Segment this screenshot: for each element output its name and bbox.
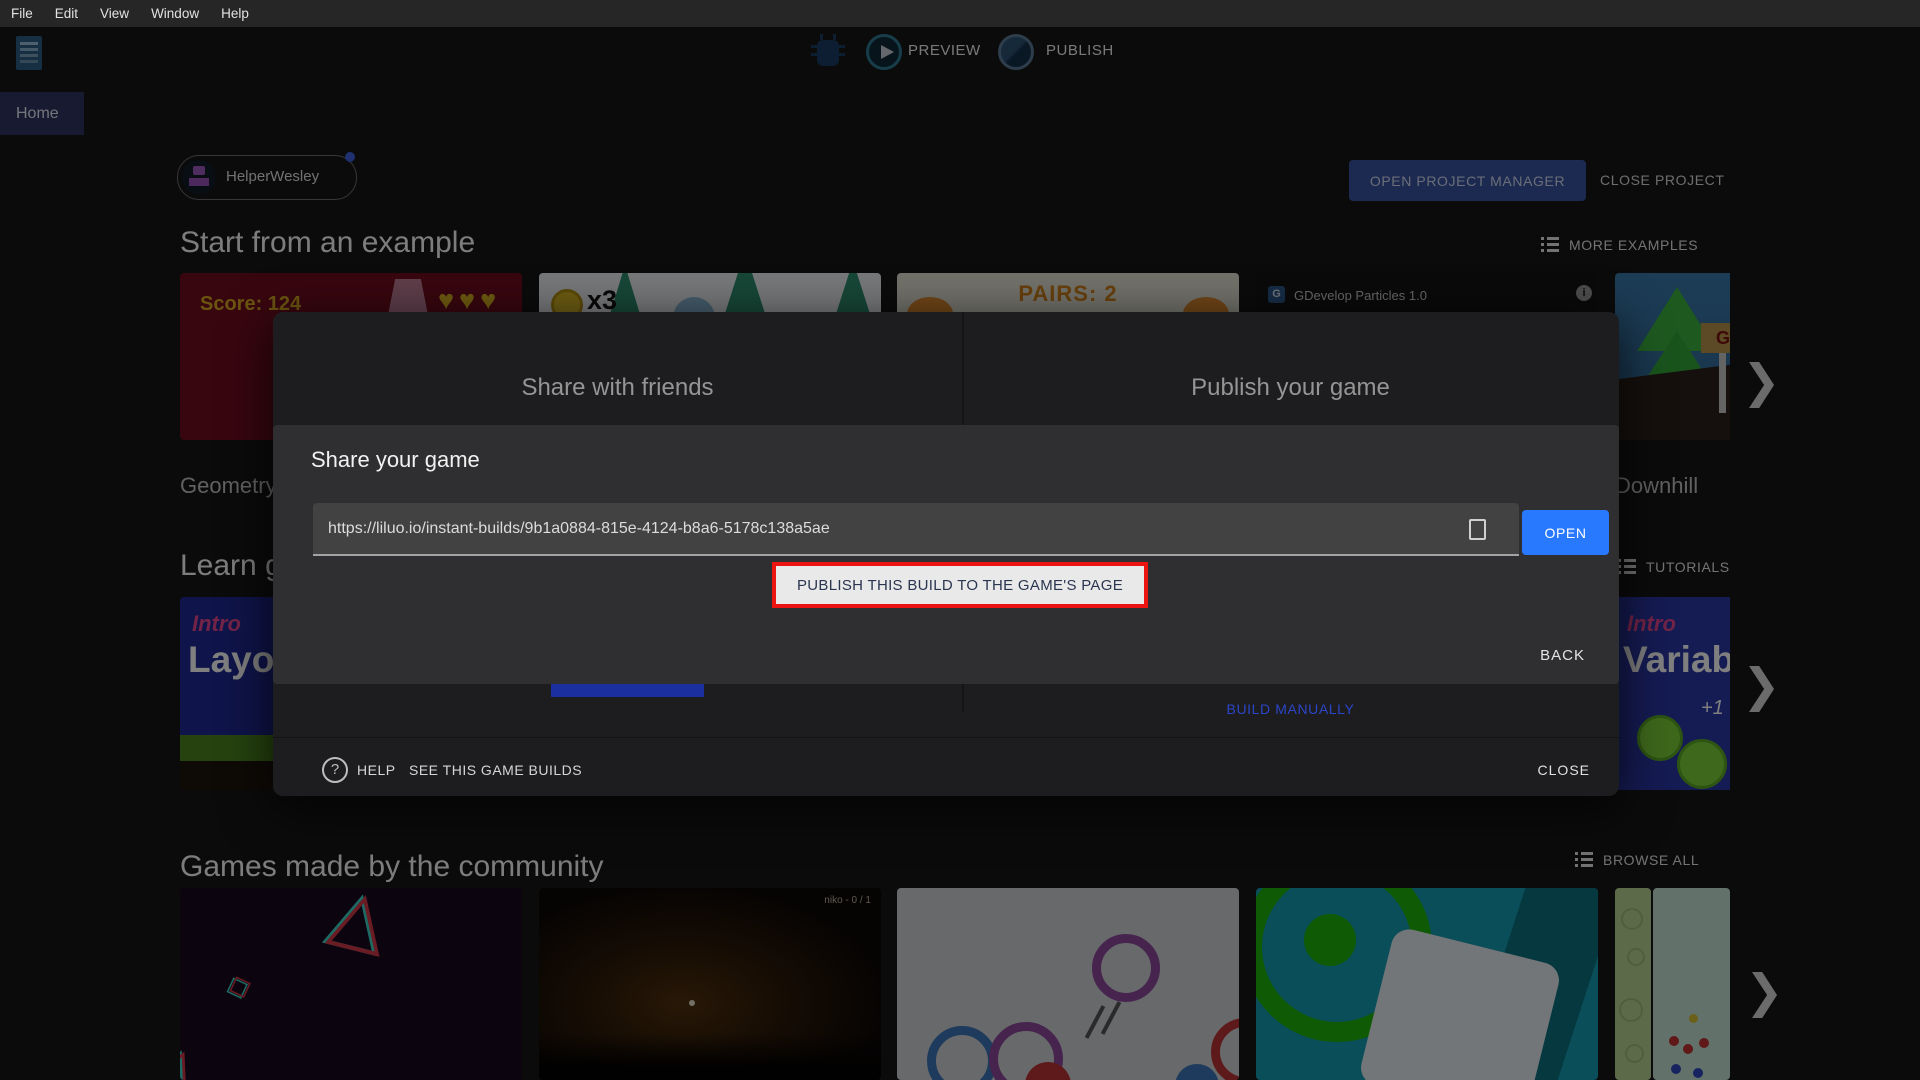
help-button[interactable]: HELP [357, 762, 396, 778]
tab-share-with-friends[interactable]: Share with friends [273, 374, 962, 402]
share-dialog: Share with friends Publish your game Sha… [273, 312, 1619, 796]
menu-window[interactable]: Window [140, 6, 210, 21]
menu-bar: File Edit View Window Help [0, 0, 1920, 27]
build-url-field[interactable]: https://liluo.io/instant-builds/9b1a0884… [313, 503, 1519, 556]
share-panel: Share your game https://liluo.io/instant… [273, 425, 1619, 684]
open-url-button[interactable]: OPEN [1522, 510, 1609, 555]
menu-view[interactable]: View [89, 6, 140, 21]
footer-divider [273, 737, 1619, 738]
active-tab-indicator [551, 684, 704, 697]
menu-help[interactable]: Help [210, 6, 260, 21]
share-panel-title: Share your game [311, 447, 480, 472]
app-window: File Edit View Window Help PREVIEW PUBLI… [0, 0, 1920, 1080]
build-url-text: https://liluo.io/instant-builds/9b1a0884… [328, 520, 830, 537]
menu-edit[interactable]: Edit [44, 6, 89, 21]
menu-file[interactable]: File [0, 6, 44, 21]
tab-publish-your-game[interactable]: Publish your game [962, 374, 1619, 402]
close-dialog-button[interactable]: CLOSE [1538, 762, 1590, 778]
see-builds-button[interactable]: SEE THIS GAME BUILDS [409, 762, 582, 778]
copy-icon[interactable] [1469, 514, 1491, 540]
publish-build-button[interactable]: PUBLISH THIS BUILD TO THE GAME'S PAGE [772, 562, 1148, 608]
open-url-label: OPEN [1544, 524, 1587, 541]
publish-build-label: PUBLISH THIS BUILD TO THE GAME'S PAGE [797, 576, 1123, 594]
back-button[interactable]: BACK [1540, 647, 1585, 664]
help-icon[interactable]: ? [322, 757, 348, 783]
build-manually-link[interactable]: BUILD MANUALLY [962, 701, 1619, 717]
